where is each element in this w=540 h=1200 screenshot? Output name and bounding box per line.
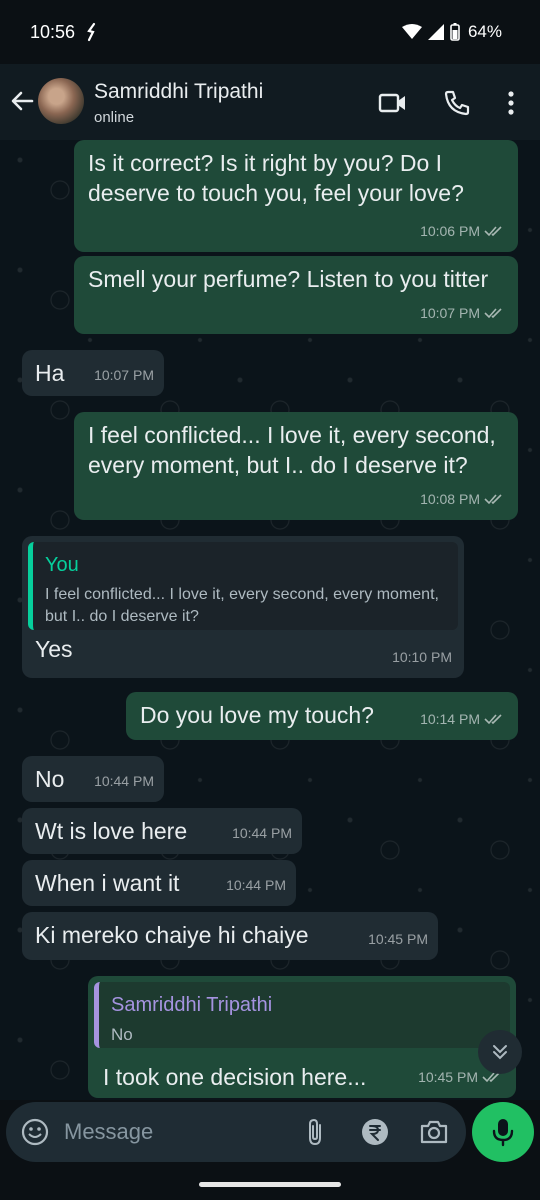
message-time: 10:44 PM: [226, 877, 286, 893]
message-meta: 10:07 PM: [420, 298, 506, 328]
message-text: Is it correct? Is it right by you? Do I …: [88, 150, 464, 206]
notification-icon: [87, 22, 96, 42]
message-incoming[interactable]: Ki mereko chaiye hi chaiye 10:45 PM: [22, 912, 438, 960]
status-time: 10:56: [30, 22, 76, 42]
message-incoming[interactable]: When i want it 10:44 PM: [22, 860, 296, 906]
more-options-icon[interactable]: [496, 88, 526, 118]
message-meta: 10:44 PM: [232, 818, 292, 848]
message-incoming[interactable]: Ha 10:07 PM: [22, 350, 164, 396]
message-text: Smell your perfume? Listen to you titter: [88, 266, 489, 292]
message-outgoing[interactable]: Is it correct? Is it right by you? Do I …: [74, 140, 518, 252]
message-time: 10:08 PM: [420, 491, 480, 507]
message-meta: 10:07 PM: [94, 360, 154, 390]
quote-text: I feel conflicted... I love it, every se…: [45, 586, 439, 625]
message-time: 10:07 PM: [420, 305, 480, 321]
quote-text: No: [111, 1025, 133, 1044]
message-text: I feel conflicted... I love it, every se…: [88, 422, 496, 478]
message-meta: 10:06 PM: [420, 216, 506, 246]
read-ticks-icon: [484, 226, 502, 237]
message-time: 10:06 PM: [420, 223, 480, 239]
wifi-icon: [401, 24, 422, 39]
message-meta: 10:08 PM: [420, 484, 506, 514]
status-bar: 10:56 64%: [0, 0, 540, 64]
scroll-down-icon: [493, 1045, 507, 1060]
emoji-icon[interactable]: [20, 1117, 50, 1147]
contact-name[interactable]: Samriddhi Tripathi: [94, 80, 263, 104]
message-time: 10:10 PM: [392, 649, 452, 665]
message-composer[interactable]: Message: [6, 1102, 466, 1162]
message-time: 10:44 PM: [94, 773, 154, 789]
read-ticks-icon: [484, 494, 502, 505]
message-outgoing[interactable]: I feel conflicted... I love it, every se…: [74, 412, 518, 520]
quoted-message[interactable]: You I feel conflicted... I love it, ever…: [28, 542, 458, 630]
battery-icon: [450, 23, 460, 41]
message-time: 10:14 PM: [420, 711, 480, 727]
message-outgoing[interactable]: Do you love my touch? 10:14 PM: [126, 692, 518, 740]
signal-icon: [427, 24, 444, 40]
rupee-payment-icon[interactable]: [360, 1117, 390, 1147]
read-ticks-icon: [484, 714, 502, 725]
read-ticks-icon: [484, 308, 502, 319]
avatar[interactable]: [38, 78, 84, 124]
contact-status: online: [94, 109, 135, 126]
message-incoming-reply[interactable]: You I feel conflicted... I love it, ever…: [22, 536, 464, 678]
message-meta: 10:44 PM: [94, 766, 154, 796]
mic-button[interactable]: [472, 1102, 534, 1162]
attach-icon[interactable]: [302, 1117, 330, 1147]
message-meta: 10:44 PM: [226, 870, 286, 900]
message-time: 10:45 PM: [368, 931, 428, 947]
camera-icon[interactable]: [418, 1117, 450, 1147]
video-call-icon[interactable]: [378, 88, 408, 118]
quote-author: You: [45, 554, 79, 576]
message-outgoing-reply[interactable]: Samriddhi Tripathi No I took one decisio…: [88, 976, 516, 1098]
message-incoming[interactable]: No 10:44 PM: [22, 756, 164, 802]
back-arrow-icon[interactable]: [8, 86, 36, 116]
quoted-message[interactable]: Samriddhi Tripathi No: [94, 982, 510, 1048]
message-meta: 10:45 PM: [368, 924, 428, 954]
message-time: 10:07 PM: [94, 367, 154, 383]
message-time: 10:45 PM: [418, 1069, 478, 1085]
message-meta: 10:14 PM: [420, 704, 506, 734]
message-outgoing[interactable]: Smell your perfume? Listen to you titter…: [74, 256, 518, 334]
chat-header: Samriddhi Tripathi online: [0, 64, 540, 140]
message-input[interactable]: Message: [64, 1119, 153, 1145]
quote-author: Samriddhi Tripathi: [111, 994, 273, 1016]
message-meta: 10:10 PM: [392, 642, 452, 672]
battery-level: 64%: [467, 22, 502, 41]
mic-icon: [492, 1119, 514, 1147]
system-nav-bar: [0, 1162, 540, 1200]
phone-icon[interactable]: [442, 88, 472, 118]
scroll-down-button[interactable]: [478, 1030, 522, 1074]
message-time: 10:44 PM: [232, 825, 292, 841]
message-text: Ki mereko chaiye hi chaiye: [35, 922, 309, 948]
status-right: 64%: [401, 22, 502, 42]
home-gesture-pill[interactable]: [199, 1182, 341, 1187]
chat-area[interactable]: Is it correct? Is it right by you? Do I …: [0, 140, 540, 1100]
message-incoming[interactable]: Wt is love here 10:44 PM: [22, 808, 302, 854]
